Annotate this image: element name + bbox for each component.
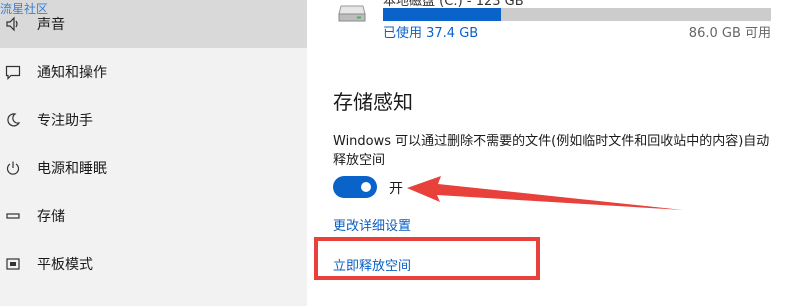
tablet-icon xyxy=(4,255,22,273)
sidebar-item-label: 声音 xyxy=(37,17,65,33)
sidebar-item-storage[interactable]: 存储 xyxy=(0,192,307,240)
sidebar-item-power-sleep[interactable]: 电源和睡眠 xyxy=(0,144,307,192)
storage-panel: 本地磁盘 (C:) - 123 GB 已使用 37.4 GB 86.0 GB 可… xyxy=(307,0,811,306)
sidebar-item-tablet-mode[interactable]: 平板模式 xyxy=(0,240,307,288)
annotation-arrow xyxy=(407,176,683,210)
sidebar-item-label: 通知和操作 xyxy=(37,65,107,81)
sidebar-item-label: 存储 xyxy=(37,209,65,225)
sidebar-item-label: 电源和睡眠 xyxy=(37,161,107,177)
sidebar-item-focus-assist[interactable]: 专注助手 xyxy=(0,96,307,144)
sidebar: 声音 通知和操作 专注助手 电源和睡眠 存储 平板模式 流星社区 xyxy=(0,0,307,306)
sidebar-item-label: 专注助手 xyxy=(37,113,93,129)
moon-icon xyxy=(4,111,22,129)
watermark: 流星社区 xyxy=(0,2,49,16)
power-icon xyxy=(4,159,22,177)
storage-icon xyxy=(4,207,22,225)
speaker-icon xyxy=(4,15,22,33)
sidebar-item-notifications[interactable]: 通知和操作 xyxy=(0,48,307,96)
sidebar-item-label: 平板模式 xyxy=(37,257,93,273)
notification-icon xyxy=(4,63,22,81)
